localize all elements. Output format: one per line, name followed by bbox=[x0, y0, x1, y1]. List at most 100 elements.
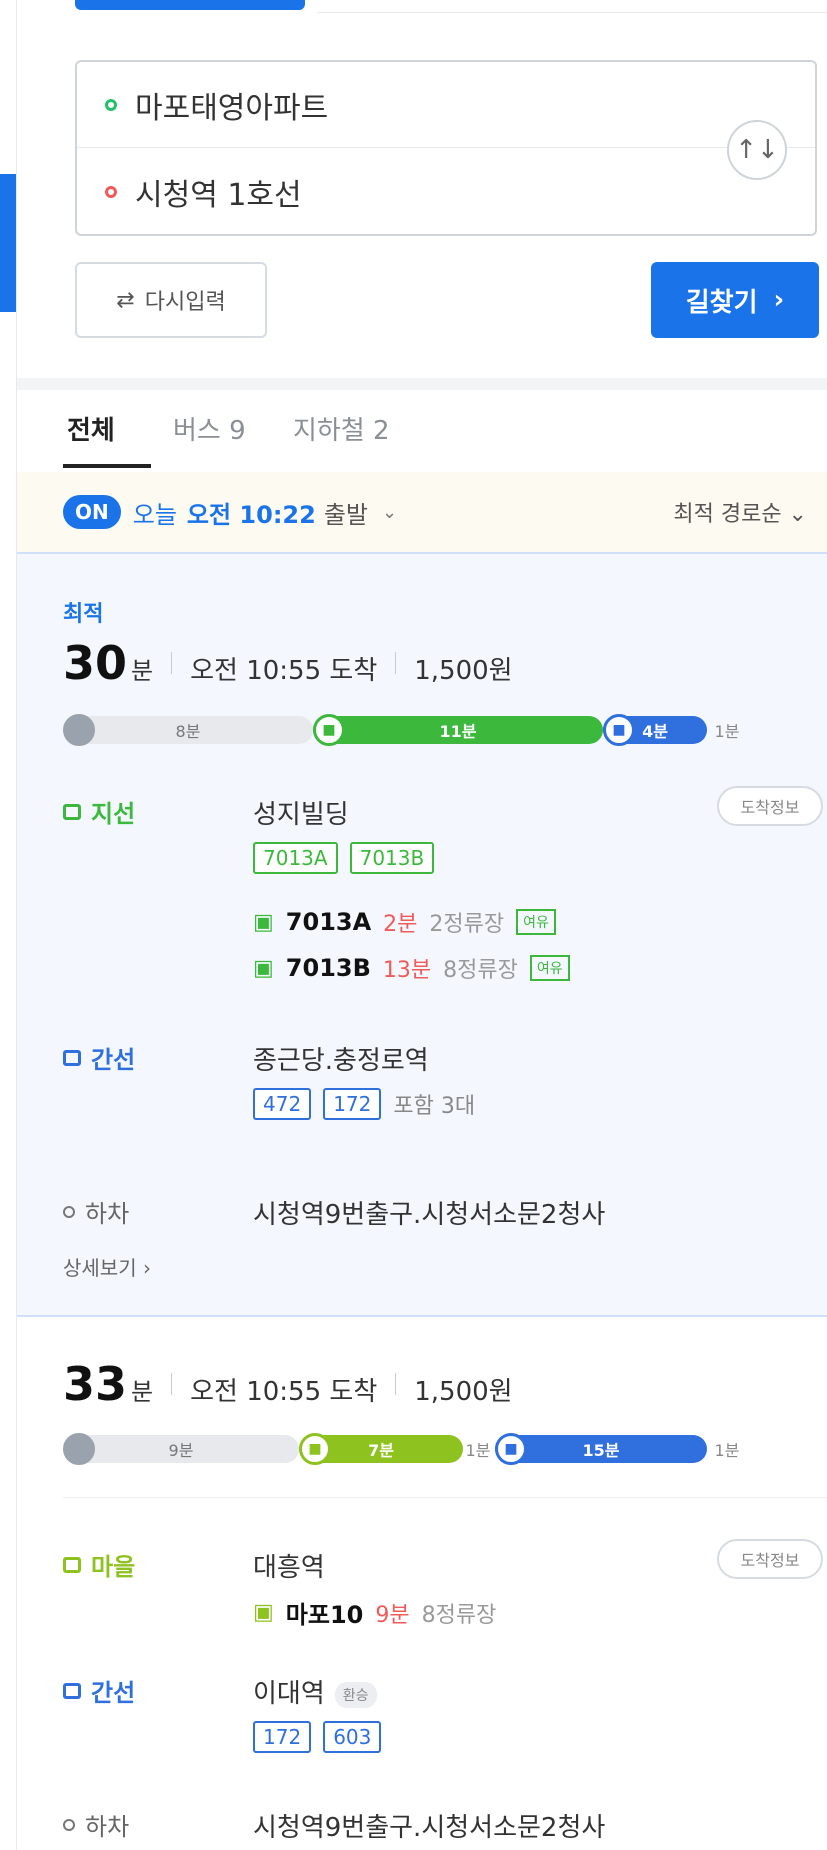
realtime-on-badge[interactable]: ON bbox=[63, 495, 121, 529]
bus-icon: ▣ bbox=[253, 955, 274, 981]
alight-icon bbox=[63, 1205, 75, 1218]
step-type: 하차 bbox=[63, 1807, 129, 1842]
tab-all[interactable]: 전체 bbox=[67, 410, 115, 447]
routes-note: 포함 3대 bbox=[393, 1094, 476, 1119]
bus-icon bbox=[63, 1049, 81, 1066]
sort-dropdown[interactable]: 최적 경로순 ⌄ bbox=[673, 496, 807, 528]
end-dot-icon bbox=[105, 186, 117, 198]
stops-away: 2정류장 bbox=[429, 912, 505, 937]
walk-duration: 1분 bbox=[714, 1441, 740, 1460]
walk-segment: 8분 bbox=[63, 716, 313, 744]
route-chip[interactable]: 7013A bbox=[253, 842, 338, 874]
departure-bar[interactable]: ON 오늘 오전 10:22 출발 ⌄ 최적 경로순 ⌄ bbox=[17, 472, 827, 552]
departure-day: 오늘 bbox=[132, 500, 177, 529]
stops-away: 8정류장 bbox=[443, 958, 518, 983]
total-minutes: 33 bbox=[63, 1357, 128, 1411]
top-active-tab[interactable] bbox=[75, 0, 305, 10]
arrival-row: ▣ 7013A 2분 2정류장 여유 bbox=[253, 906, 556, 938]
step-type: 지선 bbox=[63, 794, 135, 829]
chevron-down-icon: ⌄ bbox=[382, 501, 398, 523]
walk-icon bbox=[63, 1433, 95, 1465]
bus-icon: ▣ bbox=[253, 909, 274, 935]
bus-icon: ■ bbox=[603, 714, 635, 746]
arrival-info-button[interactable]: 도착정보 bbox=[717, 1539, 823, 1579]
ride-duration: 7분 bbox=[368, 1441, 394, 1460]
route-chip[interactable]: 7013B bbox=[349, 842, 435, 874]
route-chip[interactable]: 603 bbox=[323, 1721, 382, 1753]
reset-button[interactable]: ⇄ 다시입력 bbox=[75, 262, 267, 338]
walk-segment-tail: 1분 bbox=[707, 716, 747, 744]
end-field[interactable]: 시청역 1호선 bbox=[77, 149, 815, 235]
departure-suffix: 출발 bbox=[323, 500, 369, 529]
stops-away: 8정류장 bbox=[421, 1602, 497, 1628]
bus-number: 7013A bbox=[285, 908, 372, 936]
start-field[interactable]: 마포태영아파트 bbox=[77, 62, 815, 148]
tab-subway[interactable]: 지하철 2 bbox=[293, 410, 390, 447]
walk-segment: 9분 bbox=[63, 1435, 299, 1463]
route-chip[interactable]: 172 bbox=[253, 1721, 312, 1753]
route-chips: 7013A 7013B bbox=[253, 842, 435, 874]
walk-icon bbox=[63, 714, 95, 746]
route-timeline-bar: 8분 11분 ■ 4분 ■ 1분 bbox=[63, 710, 827, 750]
walk-duration: 8분 bbox=[175, 722, 201, 741]
route-chip[interactable]: 172 bbox=[323, 1088, 382, 1120]
bus-icon: ▣ bbox=[253, 1600, 274, 1625]
step-type: 하차 bbox=[63, 1194, 129, 1229]
details-link[interactable]: 상세보기 › bbox=[63, 1252, 151, 1281]
arrival-minutes: 2분 bbox=[383, 912, 418, 937]
station-name[interactable]: 종근당.충정로역 bbox=[253, 1040, 429, 1077]
start-location: 마포태영아파트 bbox=[135, 90, 329, 126]
search-route-button[interactable]: 길찾기 › bbox=[651, 262, 819, 338]
chevron-right-icon: › bbox=[773, 285, 785, 315]
station-name[interactable]: 성지빌딩 bbox=[253, 794, 349, 831]
minute-unit: 분 bbox=[131, 657, 154, 685]
bus-icon bbox=[63, 803, 81, 820]
route-chips: 172 603 bbox=[253, 1721, 382, 1753]
fare: 1,500원 bbox=[414, 656, 513, 686]
total-minutes: 30 bbox=[63, 636, 128, 690]
result-tabs: 전체 버스 9 지하철 2 bbox=[17, 390, 827, 468]
top-divider bbox=[317, 0, 827, 13]
step-type: 간선 bbox=[63, 1040, 135, 1075]
arrival-minutes: 13분 bbox=[382, 958, 432, 983]
start-dot-icon bbox=[105, 98, 117, 111]
bus-icon bbox=[63, 1556, 81, 1573]
result-summary: 30 분 오전 10:55 도착 1,500원 bbox=[63, 636, 513, 690]
station-name[interactable]: 시청역9번출구.시청서소문2청사 bbox=[253, 1807, 605, 1844]
bus-icon bbox=[63, 1682, 81, 1699]
bus-number: 마포10 bbox=[285, 1601, 364, 1629]
swap-button[interactable]: ↑↓ bbox=[727, 120, 787, 180]
route-chips: 472 172 포함 3대 bbox=[253, 1088, 475, 1120]
tab-bus[interactable]: 버스 9 bbox=[173, 410, 246, 447]
arrival-time: 오전 10:55 도착 bbox=[190, 656, 378, 686]
route-chip[interactable]: 472 bbox=[253, 1088, 312, 1120]
station-name[interactable]: 대흥역 bbox=[253, 1547, 325, 1584]
transfer-tag: 환승 bbox=[334, 1681, 377, 1708]
station-name[interactable]: 이대역 환승 bbox=[253, 1673, 377, 1710]
best-badge: 최적 bbox=[63, 602, 104, 627]
search-label: 길찾기 bbox=[685, 287, 758, 318]
walk-segment-tail: 1분 bbox=[707, 1435, 747, 1463]
minute-unit: 분 bbox=[131, 1378, 154, 1406]
arrival-row: ▣ 7013B 13분 8정류장 여유 bbox=[253, 952, 570, 984]
station-name[interactable]: 시청역9번출구.시청서소문2청사 bbox=[253, 1194, 605, 1231]
route-result-card-1[interactable]: 최적 30 분 오전 10:55 도착 1,500원 8분 11분 ■ 4분 ■… bbox=[17, 552, 827, 1317]
walk-duration: 9분 bbox=[168, 1441, 194, 1460]
walk-duration: 1분 bbox=[714, 722, 740, 741]
route-result-card-2[interactable]: 33 분 오전 10:55 도착 1,500원 9분 7분 ■ 1분 15분 ■… bbox=[17, 1317, 827, 1850]
route-input-box: 마포태영아파트 시청역 1호선 ↑↓ bbox=[75, 60, 817, 236]
bus-number: 7013B bbox=[285, 954, 371, 982]
ride-duration: 4분 bbox=[642, 722, 668, 741]
section-separator bbox=[17, 378, 827, 390]
alight-icon bbox=[63, 1818, 75, 1831]
arrival-minutes: 9분 bbox=[375, 1602, 410, 1628]
crowd-tag: 여유 bbox=[516, 909, 556, 935]
result-summary: 33 분 오전 10:55 도착 1,500원 bbox=[63, 1357, 513, 1411]
reset-label: 다시입력 bbox=[144, 290, 226, 315]
ride-duration: 11분 bbox=[439, 722, 477, 741]
arrival-info-button[interactable]: 도착정보 bbox=[717, 786, 823, 826]
swap-icon: ↑↓ bbox=[735, 135, 779, 165]
step-type: 간선 bbox=[63, 1673, 135, 1708]
step-type: 마을 bbox=[63, 1547, 135, 1582]
walk-duration: 1분 bbox=[465, 1441, 491, 1460]
